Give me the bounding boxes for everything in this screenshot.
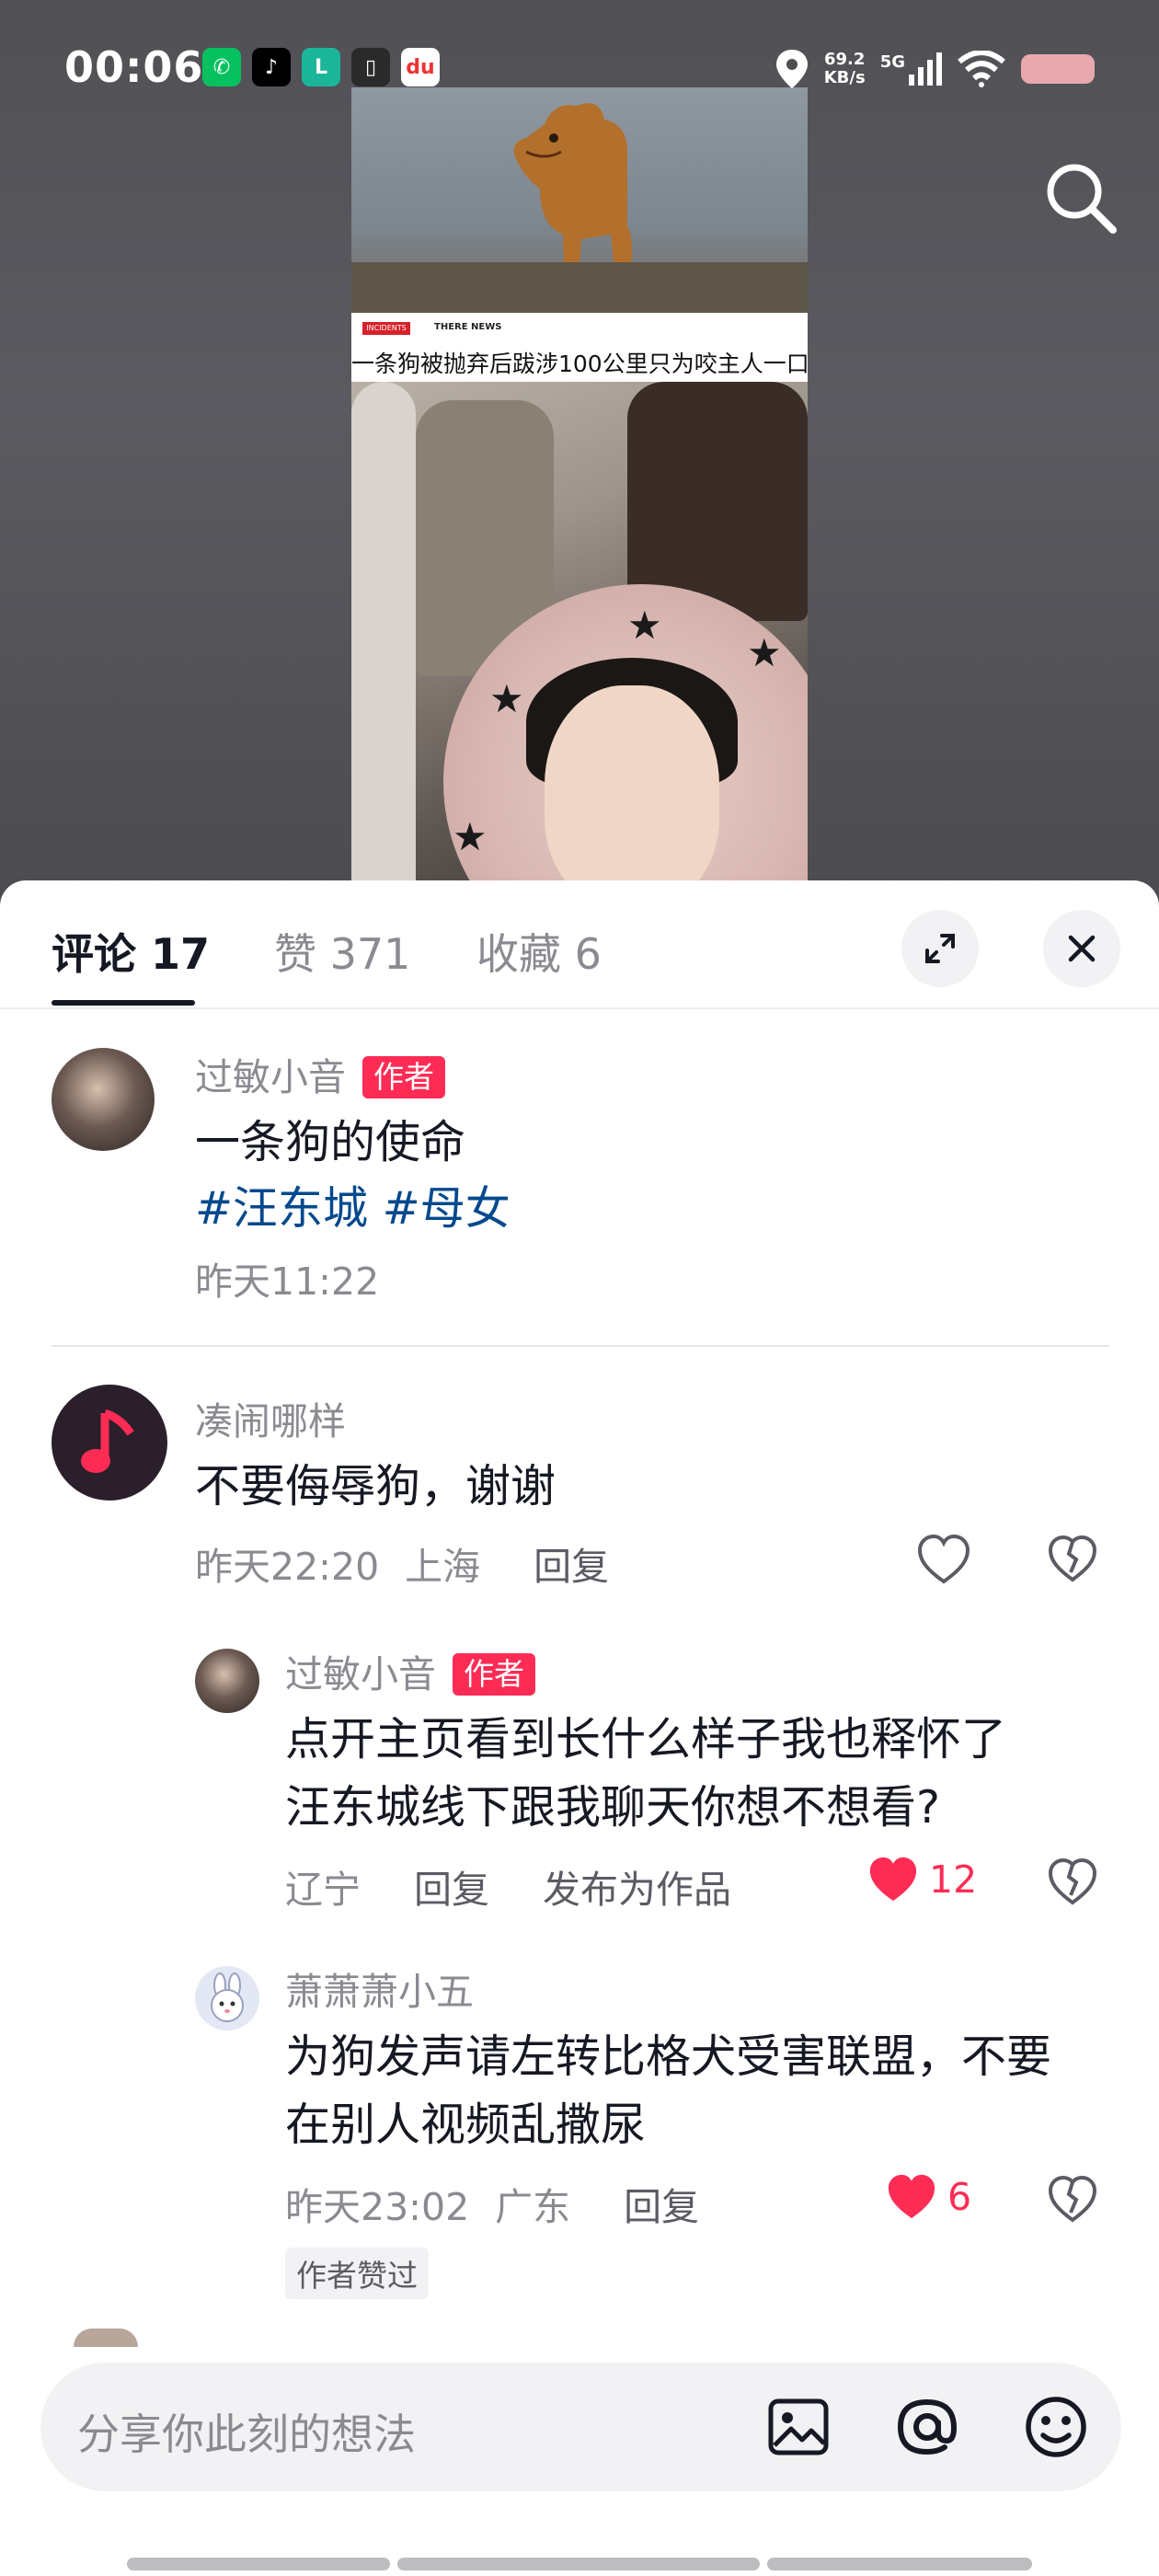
reply-text-line: 为狗发声请左转比格犬受害联盟，不要 [285,2030,1052,2083]
home-indicator [767,2558,1032,2570]
reply-item: 过敏小音 作者 点开主页看到长什么样子我也释怀了 汪东城线下跟我聊天你想不想看? … [0,1630,1159,1934]
hashtag-links[interactable]: #汪东城 #母女 [195,1175,511,1243]
like-button[interactable]: 6 [885,2172,971,2222]
location-icon [775,50,808,88]
comment-location: 上海 [405,1545,481,1589]
battery-icon [1021,54,1095,84]
reply-text-line: 在别人视频乱撒尿 [285,2099,647,2151]
like-count: 12 [929,1857,978,1902]
avatar[interactable] [195,1966,259,2030]
author-tag: 作者 [453,1653,535,1696]
username[interactable]: 过敏小音 作者 [285,1643,535,1698]
reply-item: 萧萧萧小五 为狗发声请左转比格犬受害联盟，不要 在别人视频乱撒尿 昨天23:02… [0,1948,1159,2299]
comment-input-placeholder[interactable]: 分享你此刻的想法 [77,2401,416,2462]
news-badge: INCIDENTS [362,322,410,335]
video-caption: 一条狗被抛弃后跋涉100公里只为咬主人一口 [351,351,808,377]
close-icon [1068,935,1096,962]
author-tag: 作者 [362,1056,445,1098]
heart-filled-icon [869,1857,917,1902]
music-note-icon [81,1409,134,1473]
status-bar: 00:06 ✆ ♪ L ▯ du 69.2 KB/s 5G [0,0,1159,138]
expand-icon [925,934,955,963]
phone-app-icon: ▯ [351,48,390,86]
comment-meta: 辽宁 回复 发布为作品 [285,1858,785,1914]
like-count: 6 [947,2175,972,2219]
heart-filled-icon [888,2174,935,2219]
comment-text: 一条狗的使命 [195,1116,466,1168]
tab-likes[interactable]: 赞 371 [274,921,410,982]
comment-tabs: 评论 17 赞 371 收藏 6 [0,880,1159,1009]
bunny-icon [211,1972,244,2022]
tiktok-icon: ♪ [252,48,291,86]
expand-button[interactable] [901,910,979,987]
comment-meta: 昨天22:20 上海 回复 [195,1535,662,1591]
comment-meta: 昨天23:02 广东 回复 [285,2176,752,2231]
mention-icon[interactable] [890,2390,964,2464]
reply-button[interactable]: 回复 [534,1545,609,1589]
tab-comments[interactable]: 评论 17 [52,921,210,982]
comment-time: 昨天22:20 [195,1545,380,1589]
like-button[interactable] [916,1534,971,1585]
comment-location: 广东 [495,2185,571,2229]
wechat-icon: ✆ [202,48,241,86]
comment-item: 凑闹哪样 不要侮辱狗，谢谢 昨天22:20 上海 回复 [0,1377,1159,1616]
close-button[interactable] [1043,910,1120,987]
signal-icon: 5G [880,52,942,86]
app-l-icon: L [302,48,340,86]
avatar[interactable] [195,1649,259,1713]
reply-button[interactable]: 回复 [414,1868,489,1912]
tab-underline [52,1000,195,1006]
home-indicator [127,2558,390,2570]
dislike-button[interactable] [1047,2174,1098,2225]
like-button[interactable]: 12 [866,1855,977,1904]
news-strip: INCIDENTS THERE NEWS 一条狗被抛弃后跋涉100公里只为咬主人… [351,313,808,382]
comment-time: 昨天11:22 [195,1259,380,1304]
search-icon[interactable] [1039,156,1122,239]
image-icon[interactable] [762,2390,835,2464]
video-frame[interactable]: INCIDENTS THERE NEWS 一条狗被抛弃后跋涉100公里只为咬主人… [351,87,808,902]
avatar [74,2329,138,2347]
avatar[interactable] [52,1385,167,1501]
author-liked-badge: 作者赞过 [285,2248,429,2299]
avatar[interactable] [52,1048,155,1151]
comment-input[interactable]: 分享你此刻的想法 [40,2363,1121,2491]
reply-button[interactable]: 回复 [624,2185,699,2229]
divider [52,1345,1109,1347]
home-indicator [397,2558,760,2570]
author-post: 过敏小音 作者 一条狗的使命 #汪东城 #母女 昨天11:22 [0,1009,1159,1304]
comment-sheet: 评论 17 赞 371 收藏 6 过敏小音 作者 一条狗的使命 #汪东城 #母女 … [0,880,1159,2576]
reply-text-line: 点开主页看到长什么样子我也释怀了 [285,1713,1007,1765]
tab-favorites[interactable]: 收藏 6 [476,921,602,982]
emoji-icon[interactable] [1019,2390,1093,2464]
publish-as-post-button[interactable]: 发布为作品 [543,1868,731,1912]
poster-image: ★ ★ ★ ★ [351,382,808,902]
username[interactable]: 萧萧萧小五 [285,1961,474,2016]
map-app-icon: du [401,48,440,86]
reply-text-line: 汪东城线下跟我聊天你想不想看? [285,1781,941,1834]
news-brand: THERE NEWS [434,322,502,332]
wifi-icon [958,51,1005,87]
dislike-button[interactable] [1047,1857,1098,1908]
comment-time: 昨天23:02 [285,2185,470,2229]
video-area[interactable]: INCIDENTS THERE NEWS 一条狗被抛弃后跋涉100公里只为咬主人… [0,0,1159,902]
net-speed: 69.2 KB/s [823,50,866,87]
dislike-button[interactable] [1047,1534,1098,1585]
username[interactable]: 凑闹哪样 [195,1390,346,1445]
status-time: 00:06 [64,42,204,92]
comment-location: 辽宁 [285,1868,361,1912]
username[interactable]: 过敏小音 作者 [195,1046,445,1101]
comment-text: 不要侮辱狗，谢谢 [195,1460,557,1512]
